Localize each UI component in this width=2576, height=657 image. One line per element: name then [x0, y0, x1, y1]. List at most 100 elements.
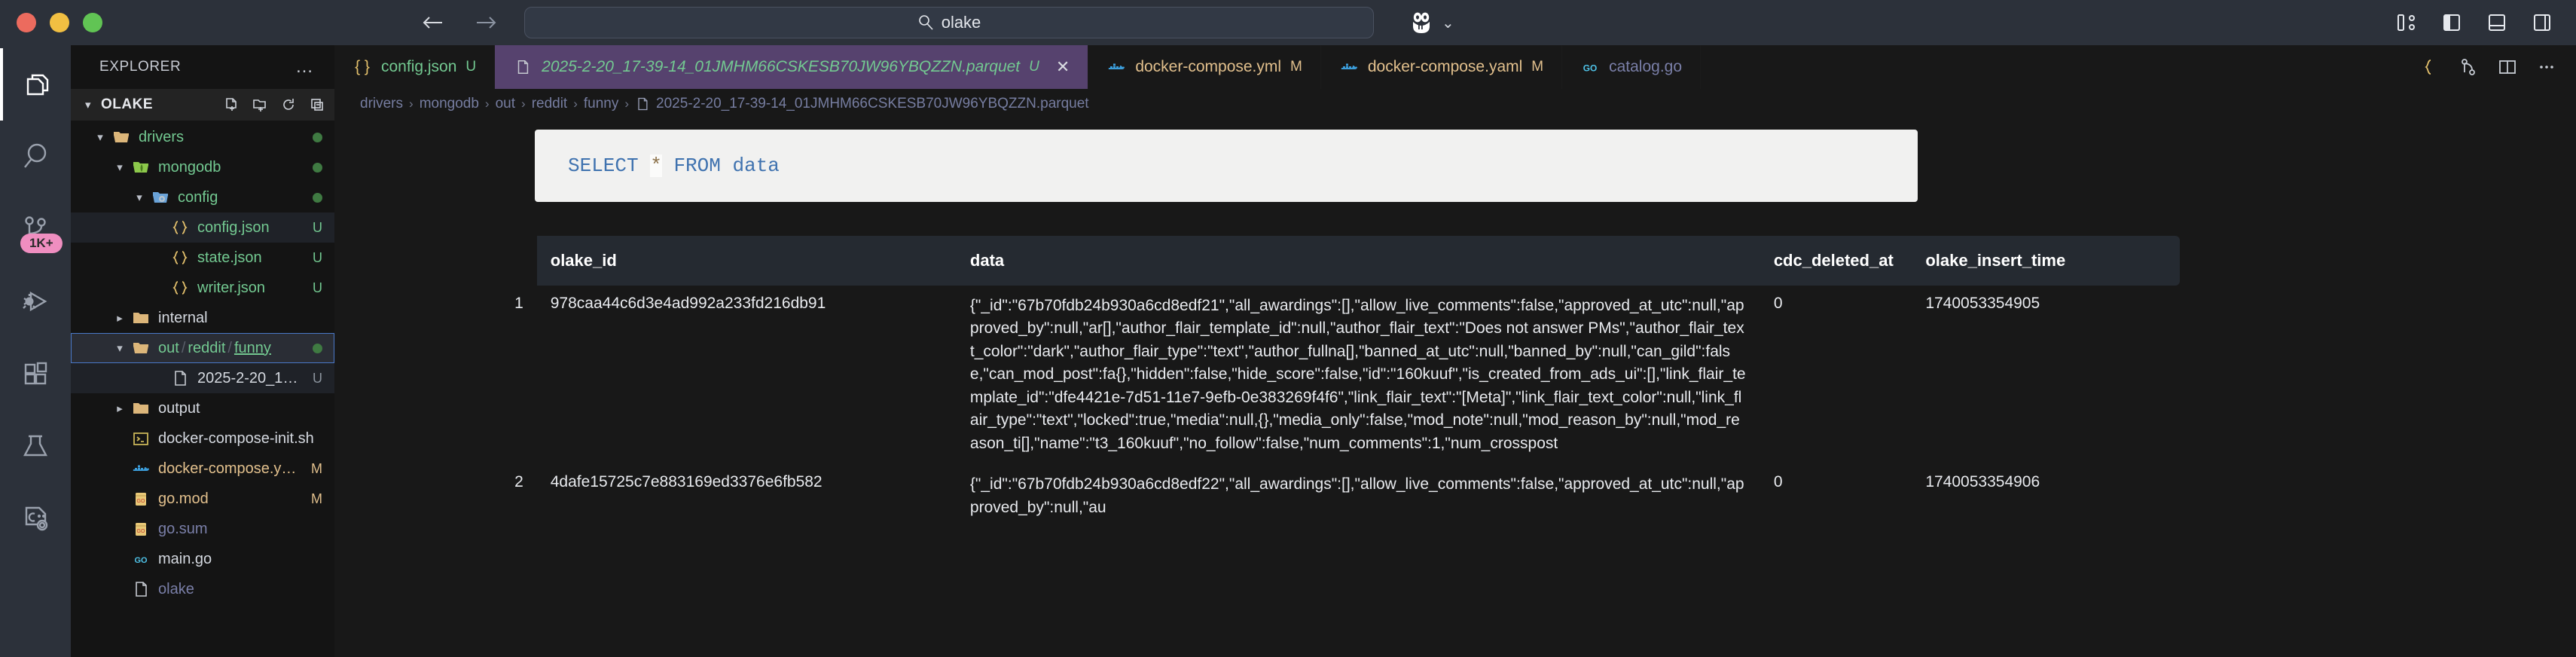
copilot-icon [1409, 10, 1434, 35]
brace-icon[interactable] [2419, 57, 2439, 77]
breadcrumb-item-drivers[interactable]: drivers [360, 96, 403, 112]
tree-item-parquet-file[interactable]: 2025-2-20_17-39-14_01JMHM66CSKESB70… U [71, 363, 334, 393]
breadcrumb-item-funny[interactable]: funny [584, 96, 618, 112]
go-mod-icon: GO [130, 520, 152, 538]
cpp-gear-icon [18, 501, 53, 536]
tree-item-olake[interactable]: olake [71, 574, 334, 604]
tree-item-docker-compose-init-sh[interactable]: docker-compose-init.sh [71, 423, 334, 454]
cell-data: {"_id":"67b70fdb24b930a6cd8edf21","all_a… [957, 286, 1760, 464]
tree-item-state-json[interactable]: state.json U [71, 243, 334, 273]
tree-item-drivers[interactable]: ▾ drivers [71, 122, 334, 152]
go-icon: GO [1580, 57, 1600, 77]
tree-item-go-sum[interactable]: GO go.sum [71, 514, 334, 544]
chevron-right-icon[interactable]: ▸ [110, 311, 130, 325]
git-status-letter: U [305, 280, 322, 296]
minimize-window-button[interactable] [50, 13, 69, 32]
back-icon[interactable] [419, 12, 450, 33]
breadcrumb-item-reddit[interactable]: reddit [532, 96, 568, 112]
tree-item-internal[interactable]: ▸ internal [71, 303, 334, 333]
tree-item-main-go[interactable]: GO main.go [71, 544, 334, 574]
tree-item-label: drivers [139, 129, 184, 146]
json-braces-icon [169, 218, 191, 237]
activity-item-extensions[interactable] [0, 338, 71, 410]
column-header-data[interactable]: data [957, 236, 1760, 286]
explorer-sidebar: EXPLORER … ▾ OLAKE [71, 45, 334, 657]
new-folder-icon[interactable] [252, 96, 268, 113]
column-header-olake-insert-time[interactable]: olake_insert_time [1912, 236, 2180, 286]
command-center[interactable]: olake [524, 7, 1374, 38]
breadcrumb-item-out[interactable]: out [496, 96, 515, 112]
zoom-window-button[interactable] [83, 13, 102, 32]
close-icon[interactable]: ✕ [1056, 59, 1070, 75]
chevron-down-icon[interactable]: ▾ [90, 130, 110, 144]
tree-item-config-folder[interactable]: ▾ config [71, 182, 334, 212]
tree-item-config-json[interactable]: config.json U [71, 212, 334, 243]
explorer-header: EXPLORER … [71, 45, 334, 89]
breadcrumb-item-mongodb[interactable]: mongodb [420, 96, 479, 112]
tab-config-json[interactable]: { } config.json U [334, 45, 495, 89]
column-header-cdc-deleted-at[interactable]: cdc_deleted_at [1760, 236, 1912, 286]
refresh-icon[interactable] [280, 96, 297, 113]
column-header-olake-id[interactable]: olake_id [537, 236, 957, 286]
tab-label: catalog.go [1609, 58, 1682, 76]
forward-icon[interactable] [470, 12, 502, 33]
source-control-branch-icon[interactable] [2458, 57, 2478, 77]
sql-table-name: data [732, 154, 779, 177]
more-actions-icon[interactable] [2537, 57, 2556, 77]
copilot-menu[interactable]: ⌄ [1409, 10, 1454, 35]
customize-layout-icon[interactable] [2395, 11, 2418, 34]
new-file-icon[interactable] [223, 96, 240, 113]
cell-olake-insert-time: 1740053354906 [1912, 464, 2180, 528]
compact-part-funny[interactable]: funny [234, 340, 271, 356]
activity-item-explorer[interactable] [0, 48, 71, 121]
chevron-down-icon[interactable]: ▾ [110, 160, 130, 174]
activity-item-source-control[interactable]: 1K+ [0, 193, 71, 265]
toggle-panel-icon[interactable] [2486, 11, 2508, 34]
workspace-root-label: OLAKE [101, 96, 223, 113]
tree-item-docker-compose-yaml[interactable]: docker-compose.yaml M [71, 454, 334, 484]
sql-query-input[interactable]: SELECT * FROM data [535, 130, 1918, 202]
folder-icon [130, 399, 152, 417]
docker-icon [1339, 57, 1359, 77]
extensions-icon [18, 356, 53, 391]
explorer-more-actions-icon[interactable]: … [295, 57, 315, 78]
activity-item-run-and-debug[interactable] [0, 265, 71, 338]
tree-item-writer-json[interactable]: writer.json U [71, 273, 334, 303]
results-table-head: olake_id data cdc_deleted_at olake_inser… [485, 236, 2180, 286]
tree-item-label: config.json [197, 219, 270, 237]
editor-group: { } config.json U 2025-2-20_17-39-14_01J… [334, 45, 2576, 657]
tab-catalog-go[interactable]: GO catalog.go [1562, 45, 1701, 89]
svg-text:GO: GO [137, 499, 145, 504]
activity-item-testing[interactable] [0, 410, 71, 482]
chevron-down-icon[interactable]: ▾ [110, 341, 130, 355]
chevron-down-icon[interactable]: ▾ [130, 191, 149, 204]
collapse-all-icon[interactable] [309, 96, 325, 113]
cell-olake-id: 4dafe15725c7e883169ed3376e6fb582 [537, 464, 957, 528]
compact-part-reddit[interactable]: reddit [188, 340, 225, 356]
workspace-root-row[interactable]: ▾ OLAKE [71, 89, 334, 121]
sql-keyword-select: SELECT [568, 154, 639, 177]
tree-item-output[interactable]: ▸ output [71, 393, 334, 423]
table-row[interactable]: 2 4dafe15725c7e883169ed3376e6fb582 {"_id… [485, 464, 2180, 528]
folder-open-icon [110, 128, 133, 146]
git-status-dot [313, 193, 322, 203]
tree-item-out-reddit-funny[interactable]: ▾ out/reddit/funny [71, 333, 334, 363]
chevron-right-icon[interactable]: ▸ [110, 402, 130, 415]
compact-part-out[interactable]: out [158, 340, 179, 356]
path-separator: / [179, 340, 188, 356]
tree-item-mongodb[interactable]: ▾ mongodb [71, 152, 334, 182]
tree-item-go-mod[interactable]: GO go.mod M [71, 484, 334, 514]
split-editor-icon[interactable] [2498, 57, 2517, 77]
tab-parquet-file[interactable]: 2025-2-20_17-39-14_01JMHM66CSKESB70JW96Y… [495, 45, 1088, 89]
close-window-button[interactable] [17, 13, 36, 32]
sql-star: * [650, 154, 662, 177]
toggle-primary-sidebar-icon[interactable] [2440, 11, 2463, 34]
breadcrumb-item-file[interactable]: 2025-2-20_17-39-14_01JMHM66CSKESB70JW96Y… [656, 96, 1089, 112]
tab-docker-compose-yml[interactable]: docker-compose.yml M [1088, 45, 1321, 89]
toggle-secondary-sidebar-icon[interactable] [2531, 11, 2553, 34]
tab-docker-compose-yaml[interactable]: docker-compose.yaml M [1321, 45, 1562, 89]
activity-item-cpp-config[interactable] [0, 482, 71, 555]
tree-item-label: go.sum [158, 521, 208, 538]
activity-item-search[interactable] [0, 121, 71, 193]
table-row[interactable]: 1 978caa44c6d3e4ad992a233fd216db91 {"_id… [485, 286, 2180, 464]
